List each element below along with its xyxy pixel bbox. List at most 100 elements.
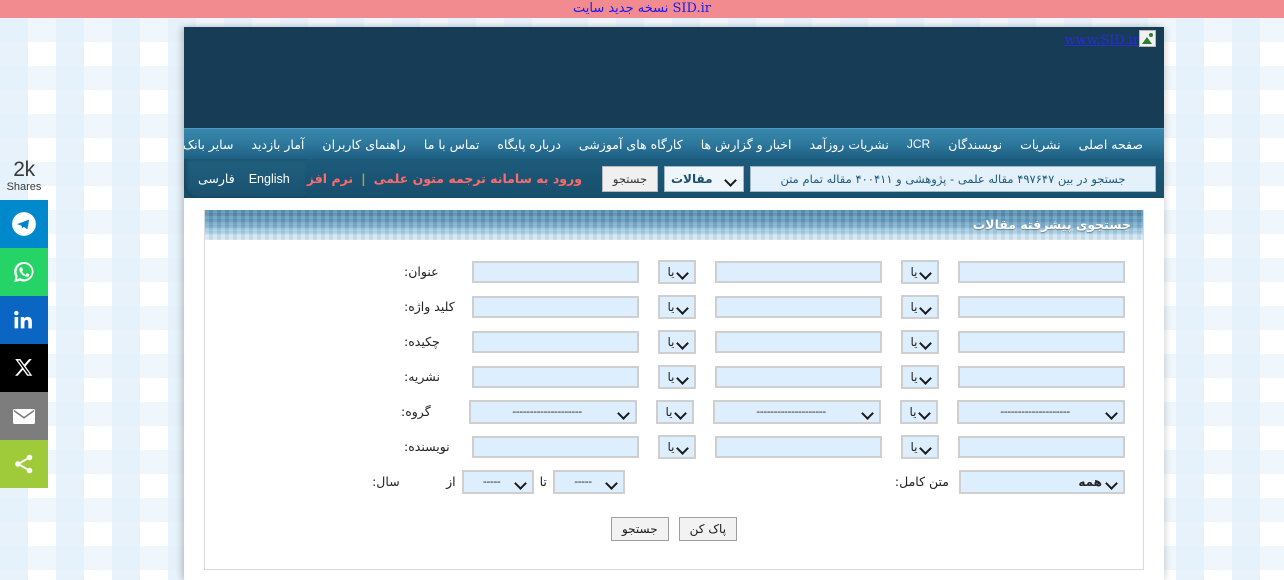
abstract-operator-2[interactable]: یا [901, 329, 939, 354]
chevron-down-icon [919, 406, 931, 418]
chevron-down-icon [920, 441, 932, 453]
group-operator-1[interactable]: یا [656, 399, 694, 424]
quick-search-button[interactable]: جستجو [602, 165, 658, 192]
linkedin-share-button[interactable] [0, 296, 48, 344]
title-input-2[interactable] [715, 260, 882, 283]
telegram-icon [12, 212, 36, 236]
chevron-down-icon [1106, 406, 1118, 418]
group-operator-2[interactable]: یا [900, 399, 938, 424]
top-announcement-banner[interactable]: SID.ir نسخه جدید سایت [0, 0, 1284, 18]
social-share-rail: 2k Shares [0, 155, 48, 488]
nav-item-journals[interactable]: نشریات [1011, 129, 1070, 159]
search-scope-select[interactable]: مقالات [664, 165, 744, 192]
chevron-down-icon [677, 371, 689, 383]
page-root: SID.ir نسخه جدید سایت 2k Shares www.SID.… [0, 0, 1284, 580]
keyword-input-2[interactable] [715, 295, 882, 318]
top-banner-text: نسخه جدید سایت [572, 1, 669, 16]
abstract-input-2[interactable] [715, 330, 882, 353]
nav-item-user-guide[interactable]: راهنمای کاربران [313, 129, 415, 159]
more-share-button[interactable] [0, 440, 48, 488]
site-header: www.SID.ir [184, 27, 1164, 128]
group-value-1: -------------------- [512, 405, 582, 418]
site-url-link[interactable]: www.SID.ir [1065, 30, 1158, 48]
language-farsi[interactable]: فارسی [198, 171, 235, 186]
abstract-operator-1[interactable]: یا [658, 329, 696, 354]
title-operator-1[interactable]: یا [658, 259, 696, 284]
search-button[interactable]: جستجو [610, 517, 669, 541]
main-navigation: صفحه اصلی نشریات نویسندگان JCR نشریات رو… [184, 128, 1164, 159]
language-switcher: English فارسی [184, 159, 306, 198]
linkedin-icon [14, 310, 32, 329]
nav-item-updated-journals[interactable]: نشریات روزآمد [800, 129, 897, 159]
operator-value: یا [667, 439, 675, 454]
nav-item-jcr[interactable]: JCR [898, 129, 939, 159]
form-row-group: -------------------- یا ----------------… [223, 394, 1125, 429]
nav-item-workshops[interactable]: کارگاه های آموزشی [570, 129, 692, 159]
year-from-value: ----- [482, 475, 501, 488]
fulltext-value: همه [1078, 474, 1102, 489]
label-year: سال: [372, 474, 400, 489]
advanced-search-panel: جستجوی پیشرفته مقالات یا یا عنوان: یا یا… [204, 210, 1144, 570]
keyword-operator-1[interactable]: یا [658, 294, 696, 319]
chevron-down-icon [920, 336, 932, 348]
author-input-3[interactable] [958, 435, 1125, 458]
nav-item-authors[interactable]: نویسندگان [939, 129, 1011, 159]
group-value-2: -------------------- [756, 405, 826, 418]
year-to-select[interactable]: ----- [552, 469, 625, 494]
chevron-down-icon [515, 476, 527, 488]
author-input-1[interactable] [472, 435, 639, 458]
form-row-abstract: یا یا چکیده: [223, 324, 1125, 359]
group-select-1[interactable]: -------------------- [469, 399, 637, 424]
keyword-operator-2[interactable]: یا [901, 294, 939, 319]
journal-operator-1[interactable]: یا [658, 364, 696, 389]
nav-item-about[interactable]: درباره پایگاه [488, 129, 569, 159]
label-year-to: تا [539, 474, 547, 489]
fulltext-select[interactable]: همه [959, 469, 1125, 494]
form-row-keyword: یا یا کلید واژه: [223, 289, 1125, 324]
envelope-icon [13, 409, 35, 424]
keyword-input-1[interactable] [472, 295, 639, 318]
title-input-1[interactable] [472, 260, 639, 283]
chevron-down-icon [862, 406, 874, 418]
email-share-button[interactable] [0, 392, 48, 440]
label-title: عنوان: [404, 264, 439, 279]
search-scope-value: مقالات [671, 171, 713, 186]
author-input-2[interactable] [715, 435, 882, 458]
journal-input-2[interactable] [715, 365, 882, 388]
abstract-input-3[interactable] [958, 330, 1125, 353]
author-operator-1[interactable]: یا [658, 434, 696, 459]
language-english[interactable]: English [249, 172, 290, 186]
title-operator-2[interactable]: یا [901, 259, 939, 284]
translation-service-link[interactable]: ورود به سامانه ترجمه متون علمی [368, 171, 588, 186]
nav-item-other-databanks[interactable]: سایر بانک های مرکز اطلاعات علمی [184, 129, 242, 159]
operator-value: یا [667, 369, 675, 384]
form-row-author: یا یا نویسنده: [223, 429, 1125, 464]
share-count-label: Shares [6, 181, 42, 193]
journal-input-3[interactable] [958, 365, 1125, 388]
nav-item-news-reports[interactable]: اخبار و گزارش ها [692, 129, 801, 159]
nav-item-home[interactable]: صفحه اصلی [1070, 129, 1152, 159]
chevron-down-icon [725, 173, 737, 185]
group-select-3[interactable]: -------------------- [957, 399, 1125, 424]
journal-input-1[interactable] [472, 365, 639, 388]
share-count-number: 2k [13, 158, 35, 181]
chevron-down-icon [677, 441, 689, 453]
journal-operator-2[interactable]: یا [901, 364, 939, 389]
nav-item-contact[interactable]: تماس با ما [415, 129, 489, 159]
keyword-input-3[interactable] [958, 295, 1125, 318]
year-from-select[interactable]: ----- [461, 469, 534, 494]
telegram-share-button[interactable] [0, 200, 48, 248]
nav-item-visit-stats[interactable]: آمار بازدید [242, 129, 313, 159]
x-share-button[interactable] [0, 344, 48, 392]
abstract-input-1[interactable] [472, 330, 639, 353]
whatsapp-share-button[interactable] [0, 248, 48, 296]
group-select-2[interactable]: -------------------- [713, 399, 881, 424]
quick-search-input[interactable]: جستجو در بین ۴۹۷۶۴۷ مقاله علمی - پژوهشی … [750, 165, 1156, 192]
author-operator-2[interactable]: یا [901, 434, 939, 459]
title-input-3[interactable] [958, 260, 1125, 283]
x-twitter-icon [15, 359, 33, 376]
clear-button[interactable]: پاک کن [678, 517, 738, 541]
label-fulltext: متن کامل: [894, 474, 949, 489]
top-banner-site-name: SID.ir [672, 1, 712, 16]
panel-title: جستجوی پیشرفته مقالات [205, 210, 1143, 240]
